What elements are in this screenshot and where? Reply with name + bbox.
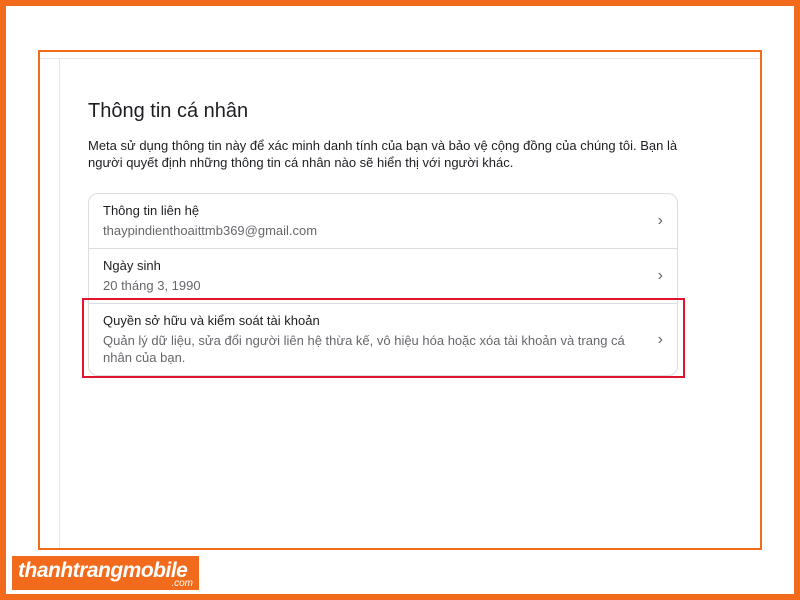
chevron-right-icon: ›	[657, 267, 663, 284]
row-birthday[interactable]: Ngày sinh 20 tháng 3, 1990 ›	[89, 249, 677, 304]
row-subtitle: 20 tháng 3, 1990	[103, 278, 201, 293]
settings-card: Thông tin liên hệ thaypindienthoaittmb36…	[88, 193, 678, 376]
row-account-ownership[interactable]: Quyền sở hữu và kiểm soát tài khoản Quản…	[89, 304, 677, 375]
row-subtitle: thaypindienthoaittmb369@gmail.com	[103, 223, 318, 238]
brand-logo: thanhtrangmobile .com	[12, 556, 199, 590]
screenshot-frame: Thông tin cá nhân Meta sử dụng thông tin…	[38, 50, 762, 550]
left-divider	[59, 58, 60, 548]
row-contact-info[interactable]: Thông tin liên hệ thaypindienthoaittmb36…	[89, 194, 677, 249]
row-title: Ngày sinh	[103, 258, 161, 273]
chevron-right-icon: ›	[657, 330, 663, 348]
row-title: Quyền sở hữu và kiểm soát tài khoản	[103, 313, 320, 328]
brand-name: thanhtrangmobile	[18, 559, 188, 582]
top-divider	[40, 58, 760, 59]
row-subtitle: Quản lý dữ liệu, sửa đổi người liên hệ t…	[103, 333, 625, 365]
content: Thông tin cá nhân Meta sử dụng thông tin…	[88, 100, 688, 189]
chevron-right-icon: ›	[657, 212, 663, 229]
page-description: Meta sử dụng thông tin này để xác minh d…	[88, 138, 678, 170]
page-title: Thông tin cá nhân	[88, 100, 249, 122]
brand-suffix: .com	[171, 578, 193, 589]
row-title: Thông tin liên hệ	[103, 203, 200, 218]
